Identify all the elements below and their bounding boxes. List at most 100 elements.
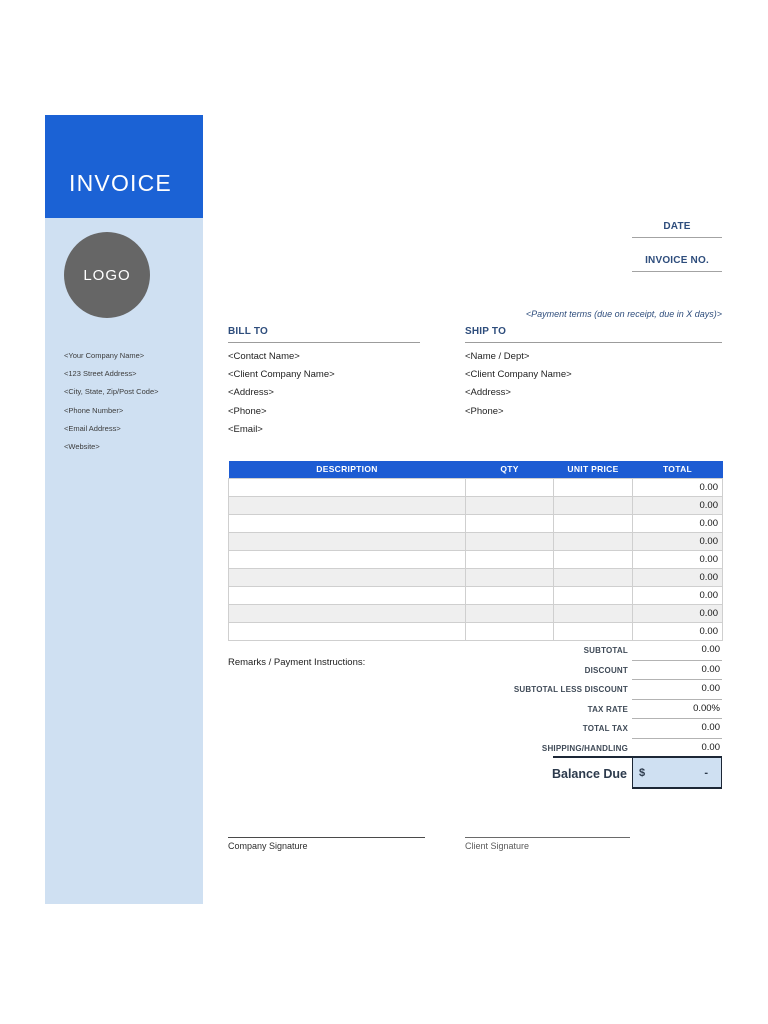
table-cell-price [553,477,633,497]
column-header: UNIT PRICE [553,461,633,478]
bill-to-line: <Email> [228,423,263,435]
table-header-row: DESCRIPTION QTY UNIT PRICE TOTAL [228,461,723,478]
table-row: 0.00 [228,477,723,497]
summary-row: DISCOUNT 0.00 [400,661,722,680]
column-header: DESCRIPTION [228,461,466,478]
page-title: INVOICE [69,170,172,196]
column-header: TOTAL [632,461,723,478]
summary-label: SHIPPING/HANDLING [541,743,628,753]
table-cell-price [553,585,633,605]
bill-to-section: BILL TO <Contact Name> <Client Company Na… [228,326,420,439]
company-signature-label: Company Signature [228,841,308,851]
table-cell-total: 0.00 [632,567,723,587]
summary-value: 0.00 [632,641,722,661]
table-cell-desc [228,531,466,551]
summary-label: SUBTOTAL [583,646,628,656]
summary-value: 0.00 [632,719,722,739]
ship-to-label: SHIP TO [465,326,722,343]
date-field: DATE [632,221,722,238]
summary-row: SUBTOTAL LESS DISCOUNT 0.00 [400,680,722,700]
company-info-item: <City, State, Zip/Post Code> [64,387,159,397]
ship-to-line: <Name / Dept> [465,351,530,362]
summary-label: TAX RATE [587,704,628,714]
balance-due-label: Balance Due [551,766,627,781]
table-row: 0.00 [228,603,723,623]
client-signature-block: Client Signature [465,830,630,851]
table-cell-price [553,549,633,569]
table-cell-qty [465,531,554,551]
bill-to-label: BILL TO [228,326,420,343]
table-row: 0.00 [228,531,723,551]
logo-placeholder: LOGO [64,232,150,318]
invoice-number-field: INVOICE NO. [632,255,722,272]
table-cell-total: 0.00 [632,603,723,623]
table-row: 0.00 [228,621,723,641]
invoice-number-label: INVOICE NO. [645,255,709,266]
table-cell-qty [465,513,554,533]
company-info-item: <123 Street Address> [64,369,137,379]
column-header: QTY [465,461,554,478]
summary-label: SUBTOTAL LESS DISCOUNT [513,685,628,695]
table-row: 0.00 [228,549,723,569]
remarks-label: Remarks / Payment Instructions: [228,657,366,668]
table-cell-qty [465,621,554,641]
table-cell-total: 0.00 [632,621,723,641]
company-signature-block: Company Signature [228,830,425,851]
table-cell-qty [465,603,554,623]
table-cell-price [553,531,633,551]
summary-value: 0.00 [632,661,722,680]
summary-row: SUBTOTAL 0.00 [400,641,722,661]
ship-to-lines: <Name / Dept> <Client Company Name> <Addre… [465,348,722,421]
table-row: 0.00 [228,567,723,587]
bill-to-lines: <Contact Name> <Client Company Name> <Addr… [228,348,420,439]
logo-text: LOGO [83,266,131,284]
company-info-list: <Your Company Name> <123 Street Address> <… [64,347,194,456]
table-cell-qty [465,549,554,569]
table-cell-total: 0.00 [632,495,723,515]
table-cell-price [553,513,633,533]
totals-summary: SUBTOTAL 0.00 DISCOUNT 0.00 SUBTOTAL LESS DI… [400,641,722,758]
table-cell-qty [465,477,554,497]
sidebar: LOGO <Your Company Name> <123 Street Addr… [45,218,203,904]
summary-value: 0.00% [632,700,722,719]
table-cell-total: 0.00 [632,585,723,605]
bill-to-line: <Client Company Name> [228,369,335,381]
company-signature-line [228,830,425,838]
table-cell-price [553,567,633,587]
table-cell-qty [465,567,554,587]
balance-due-value: - [704,766,708,779]
summary-label: TOTAL TAX [582,724,628,734]
table-row: 0.00 [228,513,723,533]
table-row: 0.00 [228,495,723,515]
client-signature-label: Client Signature [465,841,530,851]
table-cell-desc [228,585,466,605]
table-cell-desc [228,513,466,533]
table-cell-desc [228,603,466,623]
company-info-item: <Website> [64,442,100,452]
currency-symbol: $ [639,766,646,779]
bill-to-line: <Contact Name> [228,351,300,362]
line-items-table: DESCRIPTION QTY UNIT PRICE TOTAL 0.00 0.00 0.… [228,461,723,641]
company-info-item: <Email Address> [64,423,121,433]
bill-to-line: <Phone> [228,405,267,417]
invoice-header-banner: INVOICE [45,115,203,218]
date-label: DATE [663,221,691,232]
client-signature-line [465,830,630,838]
ship-to-line: <Phone> [465,405,504,417]
summary-row: TAX RATE 0.00% [400,700,722,719]
table-cell-price [553,603,633,623]
invoice-template-page: INVOICE LOGO <Your Company Name> <123 Str… [0,0,768,1024]
table-cell-desc [228,549,466,569]
table-cell-qty [465,585,554,605]
table-cell-desc [228,567,466,587]
table-cell-qty [465,495,554,515]
ship-to-line: <Address> [465,387,511,399]
company-info-item: <Your Company Name> [64,351,145,360]
ship-to-section: SHIP TO <Name / Dept> <Client Company Nam… [465,326,722,421]
bill-to-line: <Address> [228,387,274,399]
table-row: 0.00 [228,585,723,605]
table-cell-total: 0.00 [632,513,723,533]
table-cell-desc [228,477,466,497]
summary-value: 0.00 [632,680,722,700]
table-cell-price [553,621,633,641]
